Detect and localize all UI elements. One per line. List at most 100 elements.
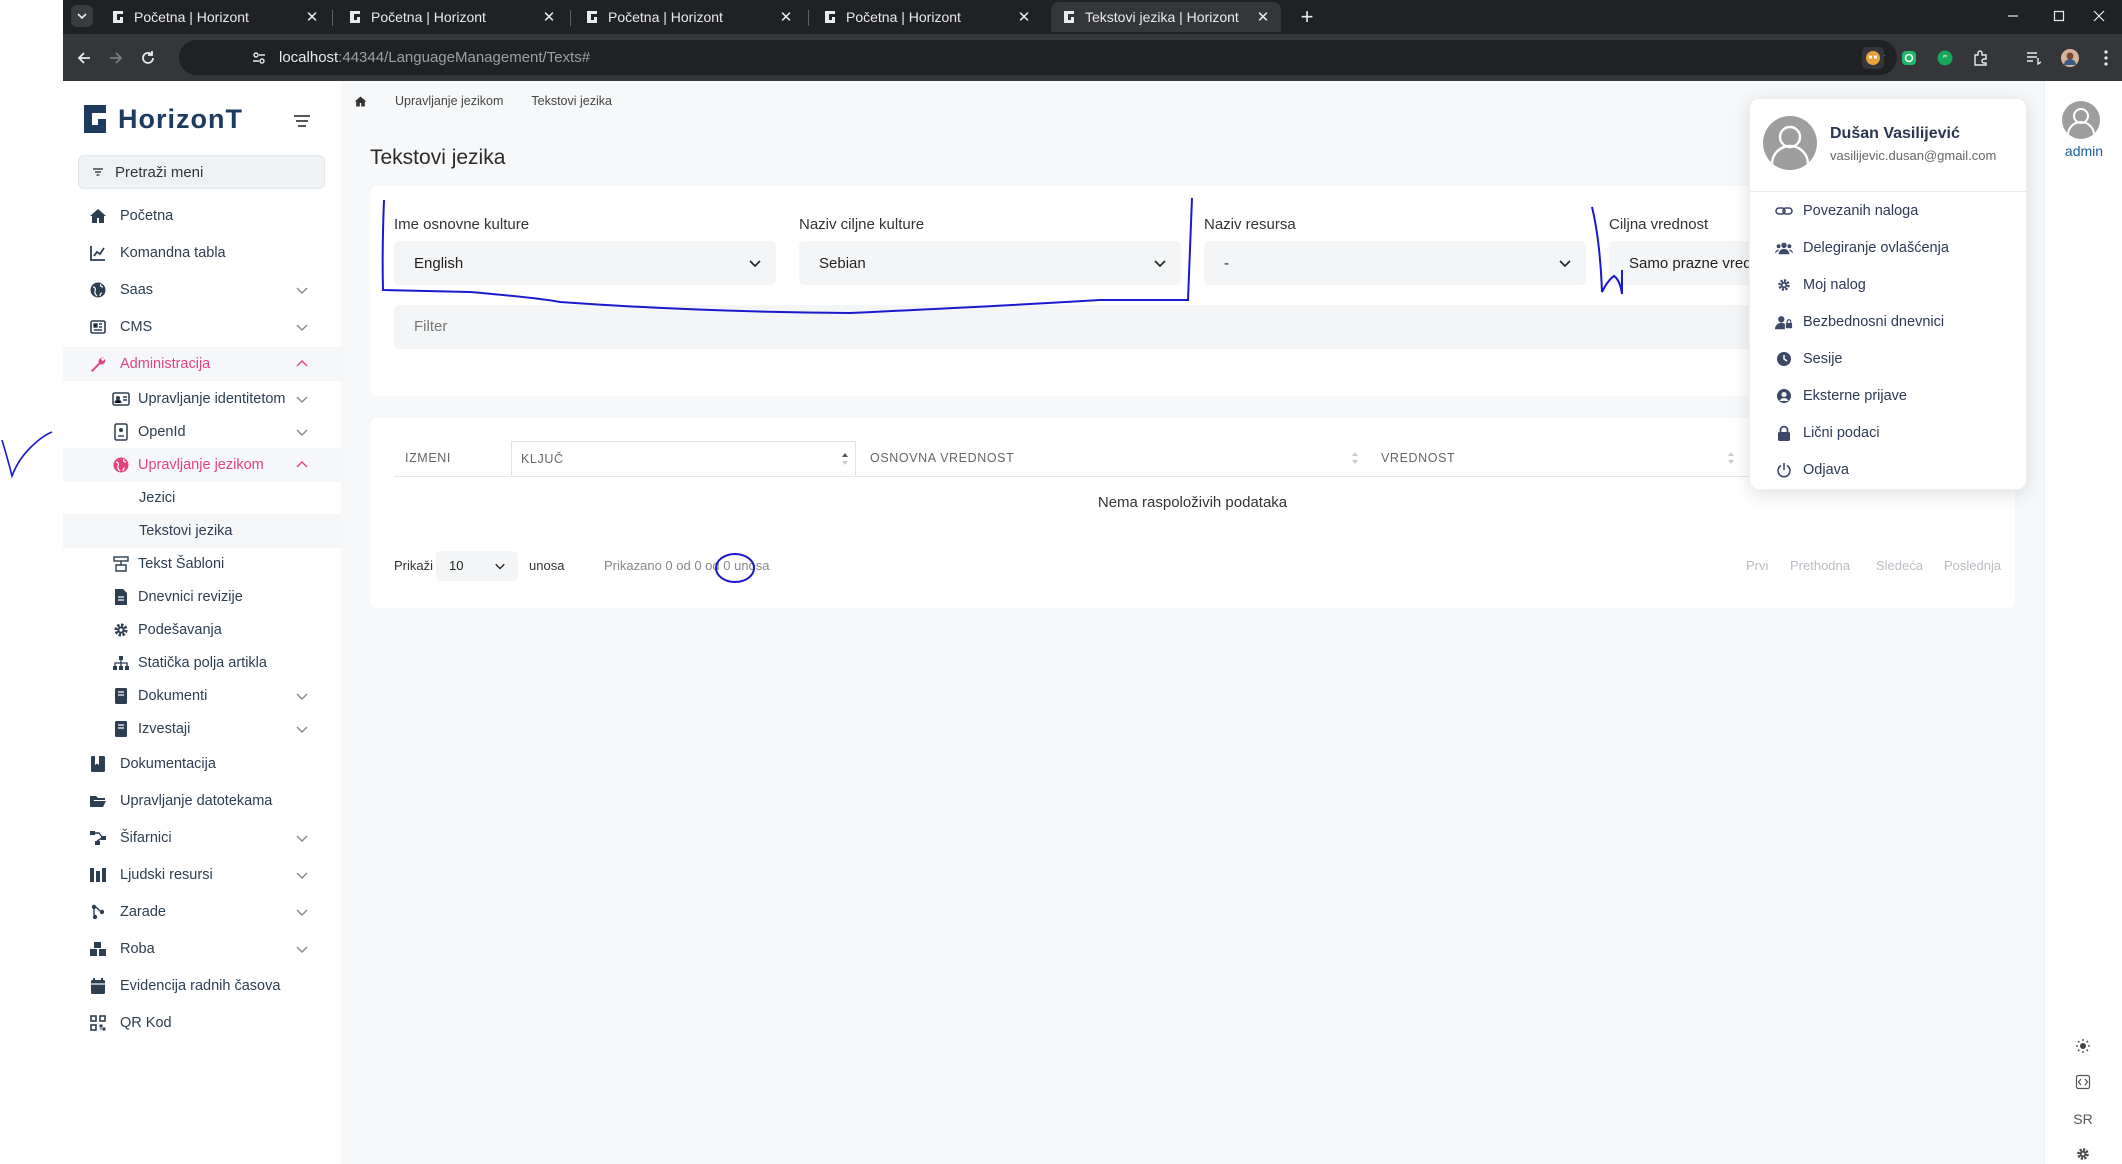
- sidebar-item-upravljanje-identitetom[interactable]: Upravljanje identitetom: [63, 382, 341, 416]
- browser-tab-active[interactable]: Tekstovi jezika | Horizont ✕: [1051, 2, 1281, 32]
- tab-title: Početna | Horizont: [134, 9, 249, 25]
- column-header-base-value[interactable]: OSNOVNA VREDNOST: [870, 441, 1365, 475]
- tab-title: Početna | Horizont: [371, 9, 486, 25]
- users-icon: [1775, 239, 1793, 257]
- browser-tab[interactable]: Početna | Horizont ✕: [812, 2, 1042, 32]
- extension-green-icon[interactable]: [1898, 47, 1920, 69]
- filter-label: Naziv ciljne kulture: [799, 216, 925, 233]
- profile-avatar-button[interactable]: [2059, 47, 2081, 69]
- sidebar-item-ljudski-resursi[interactable]: Ljudski resursi: [63, 858, 341, 892]
- sidebar-item-zarade[interactable]: Zarade: [63, 895, 341, 929]
- target-culture-select[interactable]: Sebian: [799, 241, 1181, 285]
- menu-item-personal-data[interactable]: Lični podaci: [1775, 421, 1880, 445]
- breadcrumb-item[interactable]: Upravljanje jezikom: [395, 94, 503, 108]
- filter-lines-icon: [93, 168, 103, 176]
- settings-gear-icon[interactable]: [2072, 1143, 2094, 1164]
- home-icon[interactable]: [354, 95, 367, 108]
- sidebar-item-upravljanje-jezikom[interactable]: Upravljanje jezikom: [63, 448, 341, 482]
- menu-item-sessions[interactable]: Sesije: [1775, 347, 1843, 371]
- site-info-icon[interactable]: [251, 50, 267, 66]
- face-icon: [1866, 51, 1880, 65]
- sidebar-item-saas[interactable]: Saas: [63, 273, 341, 307]
- breadcrumb-item: Tekstovi jezika: [531, 94, 612, 108]
- sidebar-item-upravljanje-datotekama[interactable]: Upravljanje datotekama: [63, 784, 341, 818]
- table-info: Prikazano 0 od 0 od 0 unosa: [604, 558, 770, 573]
- sidebar-item-cms[interactable]: CMS: [63, 310, 341, 344]
- window-close-button[interactable]: [2076, 0, 2122, 32]
- sidebar-item-evidencija-radnih-casova[interactable]: Evidencija radnih časova: [63, 969, 341, 1003]
- base-culture-select[interactable]: English: [394, 241, 776, 285]
- close-icon[interactable]: ✕: [1255, 9, 1271, 26]
- sidebar-item-komandna-tabla[interactable]: Komandna tabla: [63, 236, 341, 270]
- menu-item-my-account[interactable]: Moj nalog: [1775, 273, 1866, 297]
- sidebar-item-podesavanja[interactable]: Podešavanja: [63, 613, 341, 647]
- user-dropdown-menu: Dušan Vasilijević vasilijevic.dusan@gmai…: [1749, 98, 2028, 490]
- pager-previous[interactable]: Prethodna: [1790, 551, 1850, 581]
- reload-button[interactable]: [135, 45, 161, 71]
- sidebar-item-roba[interactable]: Roba: [63, 932, 341, 966]
- browser-tab[interactable]: Početna | Horizont ✕: [574, 2, 804, 32]
- menu-item-security-logs[interactable]: Bezbednosni dnevnici: [1775, 310, 1944, 334]
- new-tab-button[interactable]: +: [1296, 6, 1318, 29]
- calendar-icon: [88, 976, 108, 996]
- minimize-button[interactable]: [1990, 0, 2036, 32]
- sidebar-item-qr-kod[interactable]: QR Kod: [63, 1006, 341, 1040]
- menu-item-linked-accounts[interactable]: Povezanih naloga: [1775, 199, 1918, 223]
- language-switcher[interactable]: SR: [2072, 1108, 2094, 1130]
- sidebar-item-sifarnici[interactable]: Šifarnici: [63, 821, 341, 855]
- sidebar-item-pocetna[interactable]: Početna: [63, 199, 341, 233]
- browser-tab[interactable]: Početna | Horizont ✕: [337, 2, 567, 32]
- sidebar-item-jezici[interactable]: Jezici: [63, 481, 341, 515]
- extensions-button[interactable]: [1970, 47, 1992, 69]
- sidebar-item-staticka-polja-artikla[interactable]: Statička polja artikla: [63, 646, 341, 680]
- sidebar-item-dnevnici-revizije[interactable]: Dnevnici revizije: [63, 580, 341, 614]
- page-size-select[interactable]: 10: [436, 551, 518, 581]
- clock-icon: [1775, 350, 1793, 368]
- pager-next[interactable]: Sledeća: [1876, 551, 1923, 581]
- horizont-favicon-icon: [1064, 11, 1074, 23]
- sidebar-item-tekstovi-jezika[interactable]: Tekstovi jezika: [63, 514, 341, 548]
- menu-search-input[interactable]: Pretraži meni: [78, 155, 325, 189]
- sidebar-item-dokumenti[interactable]: Dokumenti: [63, 679, 341, 713]
- horizont-favicon-icon: [350, 11, 360, 23]
- forward-button[interactable]: [103, 45, 129, 71]
- address-bar[interactable]: localhost:44344/LanguageManagement/Texts…: [179, 40, 1897, 75]
- sidebar-item-izvestaji[interactable]: Izvestaji: [63, 712, 341, 746]
- avatar[interactable]: [2062, 101, 2100, 139]
- home-icon: [88, 206, 108, 226]
- sidebar-toggle-button[interactable]: [290, 109, 314, 133]
- menu-item-external-logins[interactable]: Eksterne prijave: [1775, 384, 1907, 408]
- sidebar-item-dokumentacija[interactable]: Dokumentacija: [63, 747, 341, 781]
- pager-first[interactable]: Prvi: [1746, 551, 1768, 581]
- menu-item-logout[interactable]: Odjava: [1775, 458, 1849, 482]
- browser-tab[interactable]: Početna | Horizont ✕: [100, 2, 330, 32]
- brand-logo[interactable]: HorizonT: [80, 103, 243, 135]
- filter-label: Ime osnovne kulture: [394, 216, 530, 233]
- tab-search-button[interactable]: [71, 5, 93, 27]
- extension-quote-icon[interactable]: ”: [1934, 47, 1956, 69]
- app-root: Početna | Horizont ✕ Početna | Horizont …: [0, 0, 2122, 1164]
- theme-sun-icon[interactable]: [2072, 1035, 2094, 1057]
- sidebar-item-label: Upravljanje jezikom: [138, 457, 264, 473]
- reading-list-button[interactable]: [2023, 47, 2045, 69]
- close-icon[interactable]: ✕: [778, 9, 794, 26]
- menu-item-delegation[interactable]: Delegiranje ovlašćenja: [1775, 236, 1949, 260]
- hr-icon: [88, 865, 108, 885]
- sidebar-item-administracija[interactable]: Administracija: [63, 347, 341, 381]
- code-icon[interactable]: [2072, 1071, 2094, 1093]
- back-button[interactable]: [71, 45, 97, 71]
- extension-face-icon[interactable]: [1862, 47, 1884, 69]
- horizont-favicon-icon: [825, 11, 835, 23]
- user-short-label[interactable]: admin: [2045, 143, 2122, 159]
- sidebar-item-openid[interactable]: OpenId: [63, 415, 341, 449]
- pager-last[interactable]: Poslednja: [1944, 551, 2001, 581]
- close-icon[interactable]: ✕: [541, 9, 557, 26]
- sidebar-item-tekst-sabloni[interactable]: Tekst Šabloni: [63, 547, 341, 581]
- column-header-value[interactable]: VREDNOST: [1381, 441, 1741, 475]
- browser-menu-button[interactable]: [2095, 47, 2117, 69]
- close-icon[interactable]: ✕: [304, 9, 320, 26]
- chevron-down-icon: [296, 429, 308, 436]
- close-icon[interactable]: ✕: [1016, 9, 1032, 26]
- resource-name-select[interactable]: -: [1204, 241, 1586, 285]
- column-header-key[interactable]: KLJUČ: [511, 441, 856, 475]
